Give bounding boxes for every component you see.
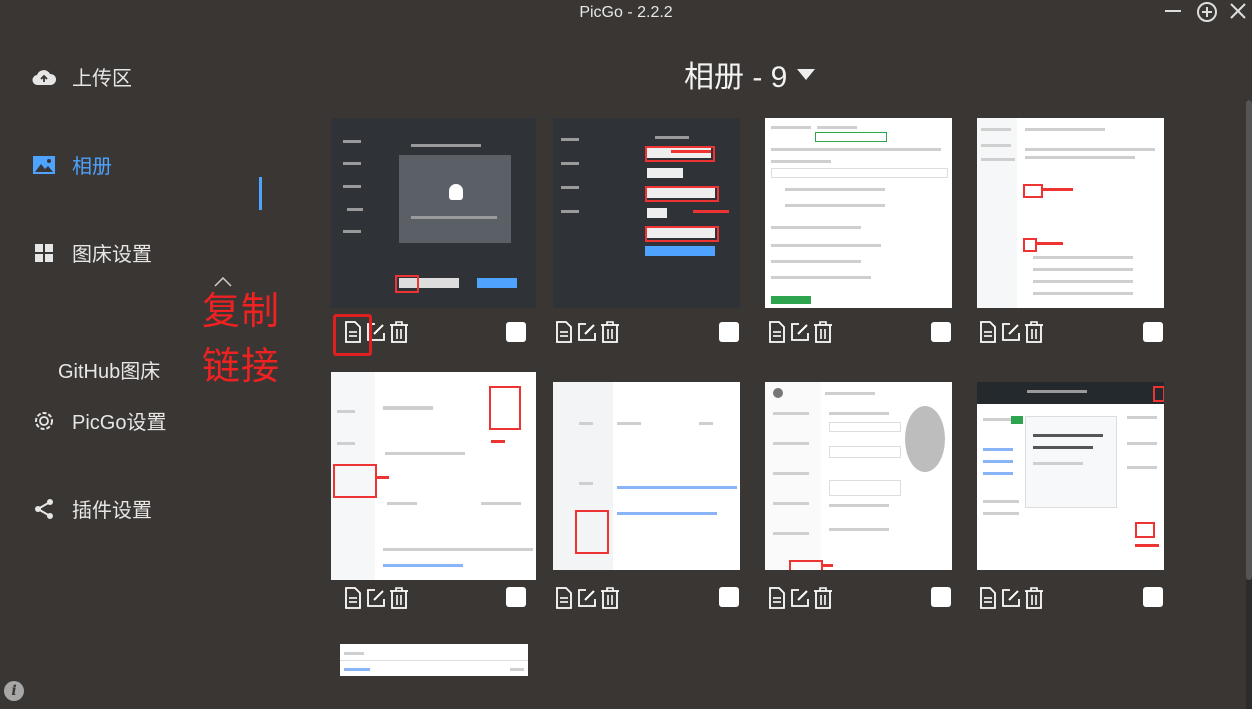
sidebar-item-label: 相册 [72,156,112,178]
info-icon[interactable]: i [4,681,24,701]
edit-icon[interactable] [1000,586,1022,610]
delete-icon[interactable] [812,586,834,610]
gallery-thumbnail[interactable] [331,372,536,580]
gear-icon [32,409,56,433]
copy-link-icon[interactable] [342,586,364,610]
item-actions [553,320,622,344]
sidebar: 上传区 相册 图床设置 复制链接 GitHub图床 PicGo设置 插件设置 [0,30,290,709]
sidebar-item-plugin-settings[interactable]: 插件设置 [32,494,152,523]
copy-link-icon[interactable] [553,320,575,344]
item-actions [342,586,411,610]
copy-link-annotation: 复制链接 [202,289,281,388]
item-actions [766,320,835,344]
sidebar-item-upload[interactable]: 上传区 [32,62,132,91]
grid-icon [32,241,56,265]
gallery-thumbnail[interactable] [340,644,528,676]
copy-link-icon[interactable] [766,320,788,344]
minimize-icon[interactable] [1161,1,1185,27]
share-icon [32,497,56,521]
submenu-item-github[interactable]: GitHub图床 [58,355,160,384]
item-actions [553,586,622,610]
select-checkbox[interactable] [719,322,739,342]
sidebar-item-label: PicGo设置 [72,412,167,434]
sidebar-item-label: 图床设置 [72,244,152,266]
gallery-title[interactable]: 相册 - 9 [684,52,816,96]
title-bar: PicGo - 2.2.2 [0,0,1252,30]
delete-icon[interactable] [388,320,410,344]
window-title: PicGo - 2.2.2 [579,4,673,21]
copy-link-icon[interactable] [553,586,575,610]
delete-icon[interactable] [1023,320,1045,344]
copy-link-icon[interactable] [977,586,999,610]
close-icon[interactable] [1226,1,1250,27]
item-actions [977,586,1046,610]
select-checkbox[interactable] [1143,587,1163,607]
gallery-thumbnail[interactable] [977,382,1164,570]
gallery-title-text: 相册 - 9 [684,61,788,94]
active-indicator [259,177,262,210]
sidebar-item-picgo-settings[interactable]: PicGo设置 [32,406,166,435]
copy-link-highlight [333,314,372,356]
delete-icon[interactable] [388,586,410,610]
plus-circle-icon[interactable] [1195,1,1219,29]
copy-link-icon[interactable] [766,586,788,610]
cloud-upload-icon [32,65,56,89]
gallery-scrollbar[interactable] [1246,100,1252,709]
delete-icon[interactable] [599,320,621,344]
gallery-thumbnail[interactable] [331,118,536,308]
image-icon [32,153,56,177]
gallery-thumbnail[interactable] [765,118,952,308]
item-actions [766,586,835,610]
select-checkbox[interactable] [1143,322,1163,342]
edit-icon[interactable] [365,586,387,610]
delete-icon[interactable] [812,320,834,344]
edit-icon[interactable] [789,320,811,344]
gallery-thumbnail[interactable] [977,118,1164,308]
sidebar-item-picbed-settings[interactable]: 图床设置 [32,238,152,267]
delete-icon[interactable] [1023,586,1045,610]
copy-link-icon[interactable] [977,320,999,344]
sidebar-item-label: 插件设置 [72,500,152,522]
edit-icon[interactable] [1000,320,1022,344]
select-checkbox[interactable] [506,587,526,607]
delete-icon[interactable] [599,586,621,610]
edit-icon[interactable] [576,320,598,344]
sidebar-item-label: 上传区 [72,68,132,90]
item-actions [977,320,1046,344]
select-checkbox[interactable] [931,587,951,607]
edit-icon[interactable] [576,586,598,610]
gallery-thumbnail[interactable] [553,118,740,308]
sidebar-item-album[interactable]: 相册 [32,150,112,179]
select-checkbox[interactable] [931,322,951,342]
edit-icon[interactable] [789,586,811,610]
gallery-thumbnail[interactable] [765,382,952,570]
caret-down-icon[interactable] [797,68,816,80]
gallery-thumbnail[interactable] [553,382,740,570]
select-checkbox[interactable] [506,322,526,342]
select-checkbox[interactable] [719,587,739,607]
